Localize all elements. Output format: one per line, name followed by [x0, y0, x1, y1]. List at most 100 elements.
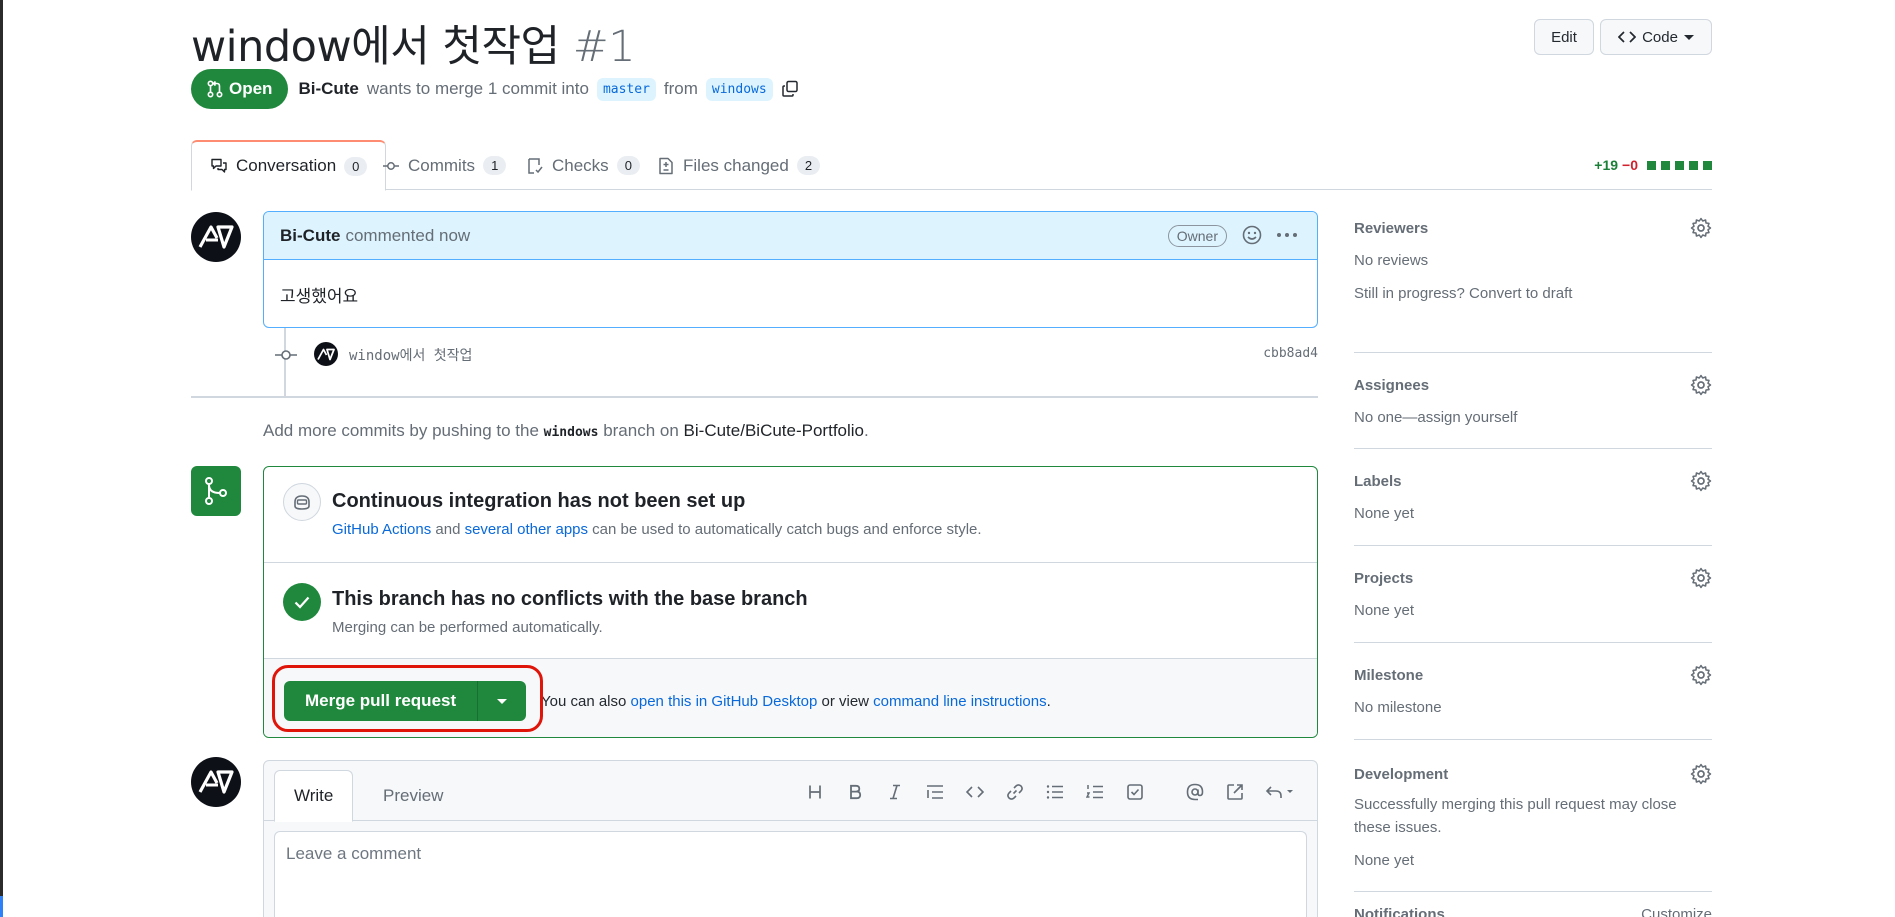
sidebar-reviewers: Reviewers No reviews Still in progress? … — [1354, 215, 1712, 353]
comment-author[interactable]: Bi-Cute — [280, 226, 340, 246]
diffstat-deletions: −0 — [1622, 157, 1638, 173]
sidebar-notifications: Notifications Customize — [1354, 906, 1712, 917]
gear-icon[interactable] — [1690, 374, 1712, 396]
pr-title-text: window에서 첫작업 — [191, 22, 560, 72]
chevron-down-icon — [1683, 34, 1694, 40]
code-icon[interactable] — [955, 779, 995, 805]
tab-conversation-label: Conversation — [236, 156, 337, 175]
add-commits-suffix: . — [864, 421, 869, 440]
tab-checks-count: 0 — [616, 156, 640, 175]
check-circle-icon — [283, 583, 321, 621]
gear-icon[interactable] — [1690, 763, 1712, 785]
kebab-menu-icon[interactable] — [1275, 224, 1299, 246]
emoji-reaction-icon[interactable] — [1241, 224, 1263, 246]
user-logo-icon — [317, 348, 335, 360]
base-branch[interactable]: master — [596, 77, 656, 101]
also-prefix: You can also — [541, 693, 627, 710]
github-desktop-link[interactable]: open this in GitHub Desktop — [631, 693, 818, 710]
link-icon[interactable] — [995, 779, 1035, 805]
copy-icon[interactable] — [781, 80, 799, 98]
diffstat-block — [1661, 160, 1670, 170]
code-icon — [1618, 31, 1637, 43]
sidebar-development-none: None yet — [1354, 852, 1415, 869]
sidebar-milestone-title[interactable]: Milestone — [1354, 664, 1712, 686]
add-commits-branch: windows — [543, 425, 599, 440]
github-actions-link[interactable]: GitHub Actions — [332, 521, 431, 538]
file-diff-icon — [659, 157, 673, 174]
timeline-divider — [191, 396, 1318, 398]
commit-avatar[interactable] — [314, 342, 338, 366]
commit-message[interactable]: window에서 첫작업 — [349, 345, 472, 365]
assign-yourself-link[interactable]: No one—assign yourself — [1354, 406, 1712, 429]
pull-request-page: window에서 첫작업 #1 Edit Code Open Bi-Cute w… — [191, 0, 1712, 917]
comment-box: Bi-Cute commented now Owner 고생했어요 — [263, 211, 1318, 328]
sidebar-projects-title[interactable]: Projects — [1354, 567, 1712, 589]
tab-checks[interactable]: Checks 0 — [508, 140, 658, 191]
edit-button[interactable]: Edit — [1534, 19, 1594, 55]
commit-icon — [383, 161, 399, 170]
tab-files-changed-count: 2 — [796, 156, 821, 175]
merge-status-icon — [191, 466, 241, 516]
commit-row: window에서 첫작업 cbb8ad4 — [263, 338, 1318, 372]
command-line-link[interactable]: command line instructions — [873, 693, 1046, 710]
reply-icon[interactable] — [1255, 779, 1305, 805]
markdown-toolbar — [795, 779, 1305, 805]
diffstat[interactable]: +19 −0 — [1594, 157, 1712, 173]
reference-icon[interactable] — [1215, 779, 1255, 805]
customize-link[interactable]: Customize — [1641, 906, 1712, 917]
bold-icon[interactable] — [835, 779, 875, 805]
avatar[interactable] — [191, 757, 241, 807]
comment-textarea[interactable]: Leave a comment — [274, 831, 1307, 917]
pr-author-link[interactable]: Bi-Cute — [298, 79, 358, 99]
tab-commits[interactable]: Commits 1 — [364, 140, 524, 191]
sidebar-development-desc: Successfully merging this pull request m… — [1354, 796, 1677, 836]
ci-rest: can be used to automatically catch bugs … — [592, 521, 982, 538]
head-branch[interactable]: windows — [705, 77, 773, 101]
tab-write[interactable]: Write — [274, 770, 354, 822]
heading-icon[interactable] — [795, 779, 835, 805]
merge-button-highlight — [272, 665, 543, 732]
copilot-icon — [283, 483, 321, 521]
add-commits-prefix: Add more commits by pushing to the — [263, 421, 539, 440]
tab-files-changed[interactable]: Files changed 2 — [639, 140, 838, 191]
tab-conversation[interactable]: Conversation 0 — [191, 140, 387, 191]
state-badge: Open — [191, 69, 289, 109]
commit-sha[interactable]: cbb8ad4 — [1263, 346, 1318, 361]
unordered-list-icon[interactable] — [1035, 779, 1075, 805]
tab-commits-count: 1 — [483, 156, 507, 175]
sidebar-assignees-title[interactable]: Assignees — [1354, 374, 1712, 396]
tab-preview[interactable]: Preview — [364, 770, 462, 822]
gear-icon[interactable] — [1690, 567, 1712, 589]
gear-icon[interactable] — [1690, 217, 1712, 239]
user-logo-icon — [198, 770, 234, 794]
ci-subtitle: GitHub Actions and several other apps ca… — [332, 521, 982, 538]
other-apps-link[interactable]: several other apps — [465, 521, 588, 538]
italic-icon[interactable] — [875, 779, 915, 805]
gear-icon[interactable] — [1690, 470, 1712, 492]
convert-to-draft-link[interactable]: Still in progress? Convert to draft — [1354, 282, 1712, 305]
sidebar-labels: Labels None yet — [1354, 449, 1712, 546]
ordered-list-icon[interactable] — [1075, 779, 1115, 805]
sidebar-development-title[interactable]: Development — [1354, 763, 1712, 785]
page-title: window에서 첫작업 #1 — [191, 12, 636, 74]
comment-header: Bi-Cute commented now Owner — [264, 212, 1317, 260]
sidebar-assignees: Assignees No one—assign yourself — [1354, 353, 1712, 449]
quote-icon[interactable] — [915, 779, 955, 805]
repo-link[interactable]: Bi-Cute/BiCute-Portfolio — [684, 421, 864, 440]
task-list-icon[interactable] — [1115, 779, 1155, 805]
code-button[interactable]: Code — [1600, 19, 1712, 55]
sidebar-labels-none: None yet — [1354, 505, 1415, 522]
sidebar-labels-title[interactable]: Labels — [1354, 470, 1712, 492]
tab-checks-label: Checks — [552, 155, 609, 175]
ci-section: Continuous integration has not been set … — [264, 467, 1317, 563]
sidebar-development: Development Successfully merging this pu… — [1354, 740, 1712, 892]
avatar[interactable] — [191, 212, 241, 262]
diffstat-block — [1689, 160, 1698, 170]
sidebar-projects-none: None yet — [1354, 602, 1415, 619]
sidebar-reviewers-title[interactable]: Reviewers — [1354, 217, 1712, 239]
conversation-icon — [211, 158, 227, 173]
mention-icon[interactable] — [1175, 779, 1215, 805]
gear-icon[interactable] — [1690, 664, 1712, 686]
window-left-edge-accent — [0, 896, 3, 917]
sidebar-notifications-title: Notifications — [1354, 906, 1445, 917]
